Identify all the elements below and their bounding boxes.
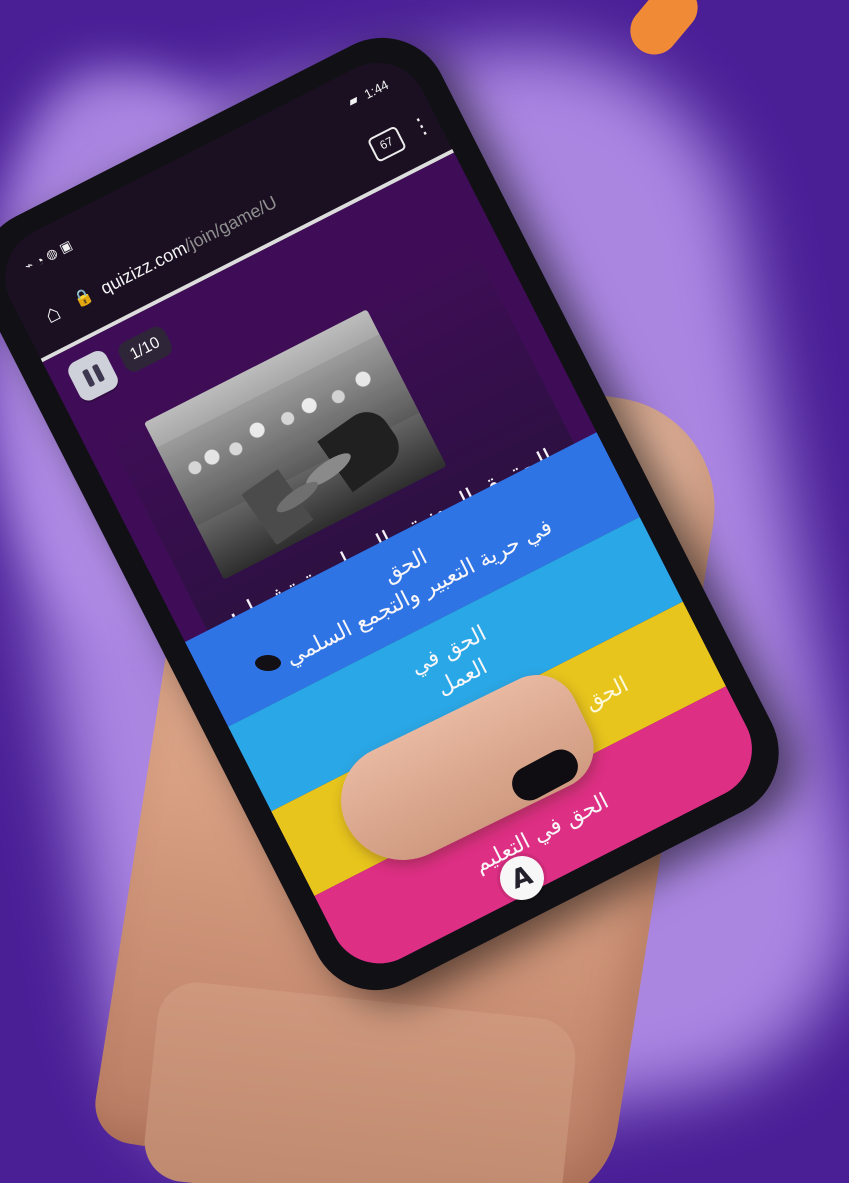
media-icon: ▣	[56, 237, 75, 257]
status-right: ▰ 1:44	[345, 76, 391, 110]
phone-side-button	[255, 655, 281, 671]
orange-brush-stroke	[620, 0, 708, 65]
question-counter: 1/10	[115, 323, 176, 376]
quiz-topbar: 1/10	[64, 319, 178, 404]
kebab-menu-icon[interactable]: ⋮	[406, 110, 437, 143]
photo-scene: ⌁ ◔ ◍ ▣ ▰ 1:44 ⌂ 🔒 quizizz.com/join/game…	[0, 0, 849, 1183]
status-time: 1:44	[361, 76, 391, 102]
pause-icon	[81, 363, 105, 388]
status-left: ⌁ ◔ ◍ ▣	[22, 237, 75, 275]
pause-button[interactable]	[64, 347, 122, 404]
battery-icon: ▰	[345, 91, 361, 110]
tabs-count-button[interactable]: 67	[366, 125, 408, 163]
lock-icon: 🔒	[70, 285, 97, 311]
notification-icon: ◍	[43, 244, 61, 264]
wifi-icon: ◔	[32, 251, 47, 269]
home-icon[interactable]: ⌂	[35, 297, 70, 332]
